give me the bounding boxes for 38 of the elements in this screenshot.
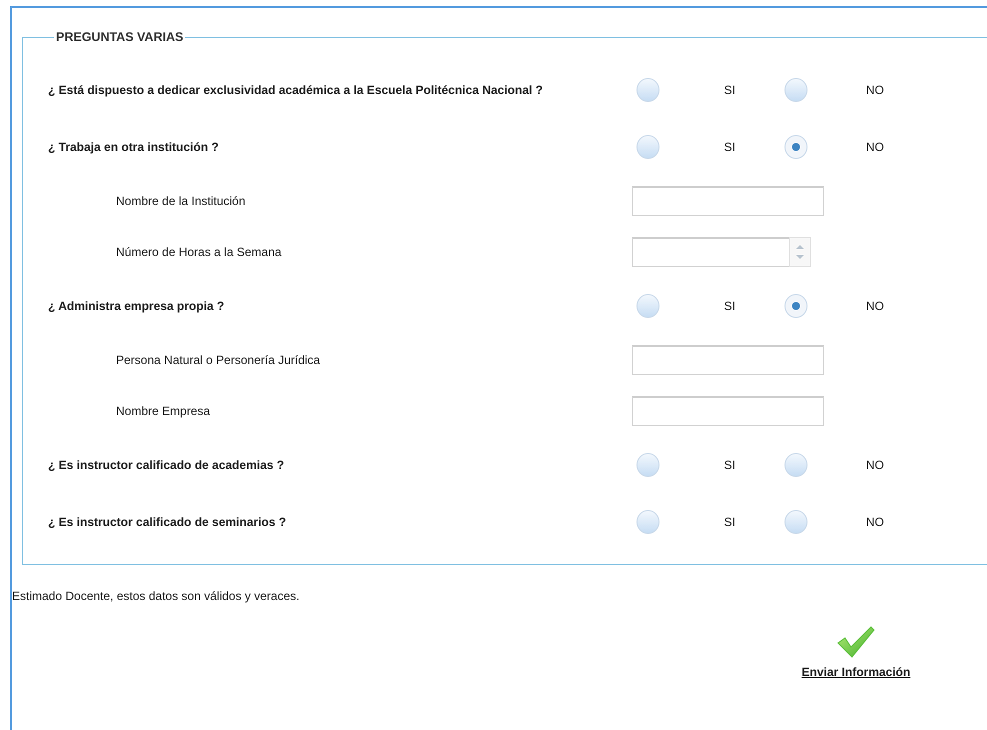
radio-button[interactable] [636, 294, 660, 318]
number-field[interactable] [632, 236, 789, 266]
radio-button[interactable] [636, 510, 660, 534]
question-label: ¿ Trabaja en otra institución ? [48, 140, 220, 154]
field-label: Nombre Empresa [116, 404, 210, 418]
checkmark-icon[interactable] [836, 625, 876, 659]
question-label: ¿ Es instructor calificado de seminarios ? [48, 514, 288, 528]
field-label: Persona Natural o Personería Jurídica [116, 352, 320, 366]
input-field[interactable] [632, 344, 824, 374]
question-label: ¿ Está dispuesto a dedicar exclusividad académica a la Escuela Politécnica Nacional ? [48, 82, 544, 96]
option-label: SI [724, 298, 736, 312]
radio-button[interactable] [636, 134, 660, 158]
field-label: Número de Horas a la Semana [116, 244, 282, 258]
option-label: SI [724, 82, 736, 96]
field-label: Nombre de la Institución [116, 194, 246, 208]
spinner-icon[interactable] [789, 236, 811, 266]
radio-button[interactable] [636, 452, 660, 476]
option-label: NO [866, 514, 884, 528]
input-field[interactable] [632, 186, 824, 216]
radio-button[interactable] [636, 78, 660, 102]
radio-button[interactable] [784, 78, 808, 102]
option-label: SI [724, 514, 736, 528]
radio-button[interactable] [784, 134, 808, 158]
option-label: NO [866, 82, 884, 96]
radio-button[interactable] [784, 510, 808, 534]
question-label: ¿ Administra empresa propia ? [48, 298, 226, 312]
radio-button[interactable] [784, 294, 808, 318]
section-title: PREGUNTAS VARIAS [55, 30, 184, 44]
option-label: NO [866, 458, 884, 472]
option-label: NO [866, 298, 884, 312]
option-label: SI [724, 140, 736, 154]
option-label: NO [866, 140, 884, 154]
option-label: SI [724, 458, 736, 472]
submit-link[interactable]: Enviar Información [802, 665, 910, 679]
radio-button[interactable] [784, 452, 808, 476]
input-field[interactable] [632, 396, 824, 426]
notice-text: Estimado Docente, estos datos son válidos y veraces. [12, 589, 300, 603]
question-label: ¿ Es instructor calificado de academias ? [48, 458, 286, 472]
